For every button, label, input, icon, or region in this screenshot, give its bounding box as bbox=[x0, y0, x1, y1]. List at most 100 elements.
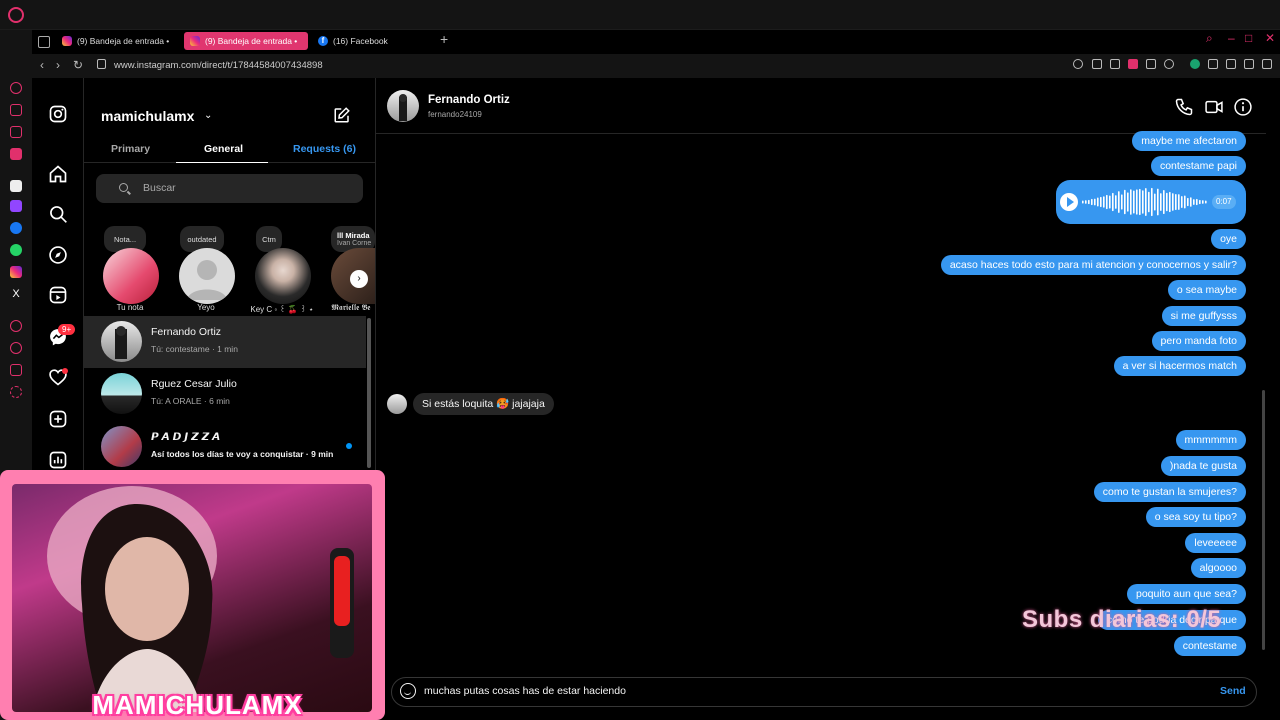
twitch-icon[interactable] bbox=[10, 200, 22, 212]
message-input[interactable]: muchas putas cosas has de estar haciendo bbox=[424, 685, 626, 697]
account-username[interactable]: mamichulamx bbox=[101, 108, 194, 124]
message-outgoing[interactable]: pero manda foto bbox=[1151, 331, 1246, 351]
maximize-icon[interactable]: □ bbox=[1245, 31, 1252, 45]
message-outgoing[interactable]: leveeeee bbox=[1185, 533, 1246, 553]
create-icon[interactable] bbox=[48, 409, 68, 429]
back-icon[interactable]: ‹ bbox=[40, 58, 44, 72]
aria-icon[interactable] bbox=[10, 82, 22, 94]
emoji-icon[interactable] bbox=[400, 683, 416, 699]
message-outgoing[interactable]: oye bbox=[1211, 229, 1246, 249]
search-box[interactable] bbox=[96, 174, 363, 203]
message-outgoing[interactable]: algoooo bbox=[1190, 558, 1246, 578]
send-button[interactable]: Send bbox=[1220, 685, 1246, 697]
dashboard-icon[interactable] bbox=[48, 450, 68, 470]
search-tabs-icon[interactable]: ⌕ bbox=[1206, 31, 1213, 46]
tab-requests[interactable]: Requests (6) bbox=[293, 143, 356, 155]
instagram-sidebar-icon[interactable] bbox=[10, 266, 22, 278]
contact-name[interactable]: Fernando Ortiz bbox=[428, 94, 510, 106]
thread-fernando-ortiz[interactable]: Fernando Ortiz Tú: contestame · 1 min bbox=[84, 316, 366, 368]
settings-icon[interactable] bbox=[10, 386, 22, 398]
message-incoming[interactable]: Si estás loquita 🥵 jajajaja bbox=[413, 393, 554, 415]
tab-primary[interactable]: Primary bbox=[111, 143, 150, 155]
vpn-extension-icon[interactable] bbox=[1190, 59, 1200, 69]
message-outgoing[interactable]: si me guffysss bbox=[1161, 306, 1246, 326]
message-outgoing[interactable]: contestame bbox=[1173, 636, 1246, 656]
reload-icon[interactable]: ↻ bbox=[73, 58, 83, 72]
snapshot-icon[interactable] bbox=[1110, 59, 1120, 69]
history-icon[interactable] bbox=[10, 342, 22, 354]
note-bubble-text: Ctm bbox=[262, 234, 276, 244]
zoom-icon[interactable] bbox=[1073, 59, 1083, 69]
easy-setup-icon[interactable] bbox=[1244, 59, 1254, 69]
send-arrow-icon[interactable] bbox=[1146, 59, 1156, 69]
tiktok-icon[interactable] bbox=[10, 180, 22, 192]
whatsapp-icon[interactable] bbox=[10, 244, 22, 256]
chat-scrollbar[interactable] bbox=[1262, 390, 1265, 650]
note-avatar-key[interactable] bbox=[255, 248, 311, 304]
search-input[interactable]: Buscar bbox=[143, 182, 176, 194]
workspaces-icon[interactable] bbox=[38, 36, 50, 48]
message-outgoing[interactable]: a ver si hacermos match bbox=[1113, 356, 1246, 376]
video-call-icon[interactable] bbox=[1204, 97, 1224, 117]
tab-general[interactable]: General bbox=[204, 143, 243, 155]
message-outgoing[interactable]: o sea maybe bbox=[1167, 280, 1246, 300]
contact-avatar[interactable] bbox=[387, 90, 419, 122]
message-outgoing[interactable]: poquito aun que sea? bbox=[1126, 584, 1246, 604]
download-icon[interactable] bbox=[1226, 59, 1236, 69]
menu-icon[interactable] bbox=[1262, 59, 1272, 69]
forward-icon[interactable]: › bbox=[56, 58, 60, 72]
browser-tab-1[interactable]: (9) Bandeja de entrada • bbox=[56, 32, 180, 50]
own-note-avatar[interactable] bbox=[103, 248, 159, 304]
message-outgoing[interactable]: como te gustan la smujeres? bbox=[1093, 482, 1246, 502]
thread-avatar bbox=[101, 426, 142, 467]
webcam-overlay bbox=[0, 470, 385, 720]
active-tab-indicator bbox=[176, 162, 268, 163]
note-bubble-text: outdated bbox=[187, 234, 217, 244]
ai-icon[interactable] bbox=[10, 104, 22, 116]
message-outgoing[interactable]: mmmmmm bbox=[1175, 430, 1246, 450]
message-outgoing[interactable]: )nada te gusta bbox=[1160, 456, 1246, 476]
voice-message[interactable]: 0:07 bbox=[1056, 180, 1246, 224]
instagram-logo-icon[interactable] bbox=[48, 104, 68, 124]
sender-avatar[interactable] bbox=[387, 394, 407, 414]
search-icon[interactable] bbox=[48, 204, 68, 224]
player-icon[interactable] bbox=[10, 320, 22, 332]
url-field[interactable]: www.instagram.com/direct/t/1784458400743… bbox=[114, 60, 323, 71]
opera-logo-icon[interactable] bbox=[8, 7, 24, 23]
reels-icon[interactable] bbox=[48, 285, 68, 305]
extensions-icon[interactable] bbox=[1208, 59, 1218, 69]
lock-icon bbox=[97, 59, 106, 69]
thread-rguez-cesar-julio[interactable]: Rguez Cesar Julio Tú: A ORALE · 6 min bbox=[84, 368, 366, 420]
message-outgoing[interactable]: maybe me afectaron bbox=[1132, 131, 1246, 151]
wallet-icon[interactable] bbox=[10, 126, 22, 138]
explore-icon[interactable] bbox=[48, 245, 68, 265]
gmail-icon[interactable] bbox=[10, 148, 22, 160]
thread-padjzza[interactable]: 𝙋 𝘼 𝘿 𝙅 𝙕 𝙕 𝘼 Así todos los días te voy … bbox=[84, 421, 366, 473]
messenger-icon[interactable] bbox=[10, 222, 22, 234]
note-bubble-text: lll Mirada bbox=[337, 231, 370, 240]
close-window-icon[interactable]: ✕ bbox=[1265, 31, 1275, 45]
x-twitter-icon[interactable]: X bbox=[10, 288, 22, 300]
play-voice-icon[interactable] bbox=[1060, 193, 1078, 211]
notes-next-arrow-icon[interactable]: › bbox=[350, 270, 368, 288]
home-icon[interactable] bbox=[48, 164, 68, 184]
note-avatar-yeyo[interactable] bbox=[179, 248, 235, 304]
extensions-sidebar-icon[interactable] bbox=[10, 364, 22, 376]
play-icon[interactable] bbox=[1164, 59, 1174, 69]
chevron-down-icon[interactable]: ⌄ bbox=[204, 110, 212, 121]
message-outgoing[interactable]: contestame papi bbox=[1150, 156, 1246, 176]
browser-tab-3[interactable]: f (16) Facebook bbox=[312, 32, 432, 50]
inbox-scrollbar[interactable] bbox=[367, 318, 371, 468]
browser-tab-1-label: (9) Bandeja de entrada • bbox=[77, 36, 170, 46]
pin-icon[interactable] bbox=[1092, 59, 1102, 69]
message-outgoing[interactable]: o sea soy tu tipo? bbox=[1145, 507, 1246, 527]
pocket-icon[interactable] bbox=[1128, 59, 1138, 69]
phone-call-icon[interactable] bbox=[1174, 97, 1194, 117]
minimize-icon[interactable]: – bbox=[1228, 31, 1235, 45]
thread-preview: Tú: contestame · 1 min bbox=[151, 344, 238, 354]
browser-tab-2[interactable]: (9) Bandeja de entrada • bbox=[184, 32, 308, 50]
conversation-info-icon[interactable] bbox=[1233, 97, 1253, 117]
new-message-icon[interactable] bbox=[333, 106, 351, 124]
message-outgoing[interactable]: acaso haces todo esto para mi atencion y… bbox=[940, 255, 1246, 275]
new-tab-button[interactable]: + bbox=[440, 31, 448, 47]
